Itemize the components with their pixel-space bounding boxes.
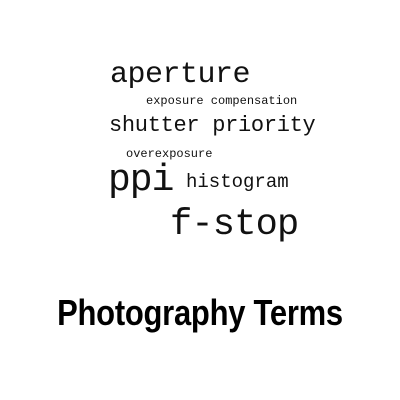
word-exposure-compensation: exposure compensation xyxy=(146,94,298,108)
word-cloud-canvas: aperture exposure compensation shutter p… xyxy=(0,0,400,400)
word-histogram: histogram xyxy=(186,171,289,193)
word-f-stop: f-stop xyxy=(170,204,299,246)
word-aperture: aperture xyxy=(110,58,251,92)
word-shutter-priority: shutter priority xyxy=(109,113,316,138)
caption-title: Photography Terms xyxy=(57,292,343,333)
word-ppi: ppi xyxy=(108,159,174,202)
